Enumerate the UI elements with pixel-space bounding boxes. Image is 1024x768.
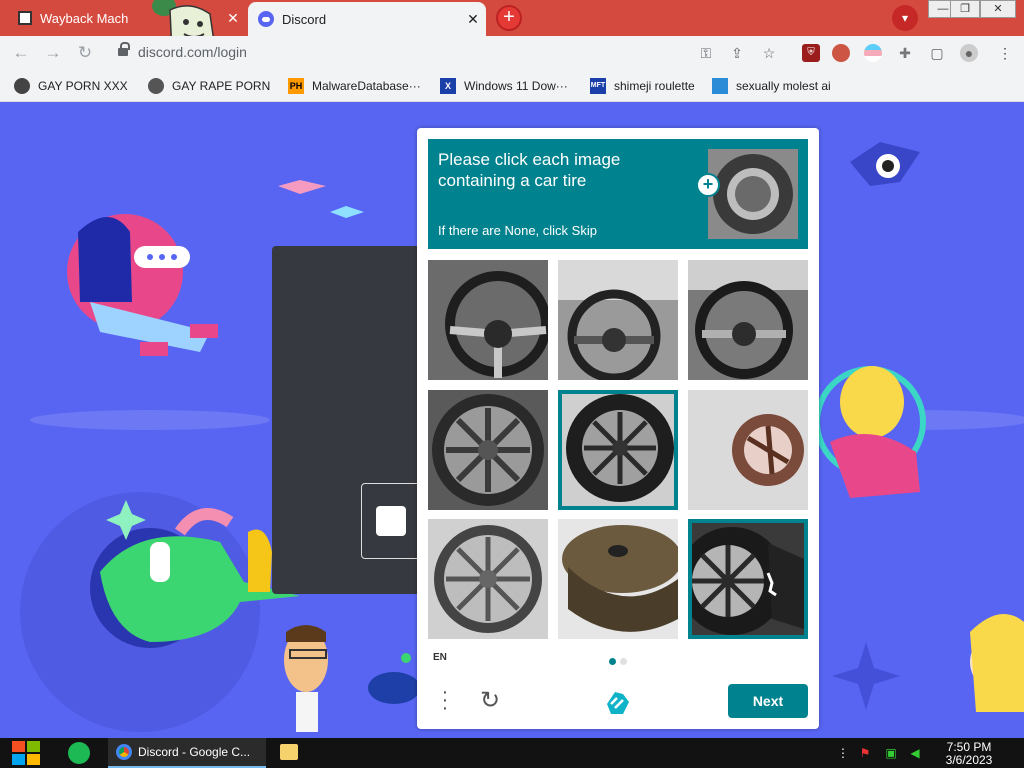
example-tire-image[interactable] [708,149,798,239]
steering-wheel-image [688,260,808,380]
prompt-subtext: If there are None, click Skip [438,223,597,238]
taskbar-chrome-window[interactable]: Discord - Google C... [108,738,266,768]
car-wheel-image [428,390,548,510]
bookmark-label: sexually molest ai [736,79,831,93]
tab-search-button[interactable]: ▾ [892,5,918,31]
challenge-tile-selected[interactable] [688,519,808,639]
network-icon[interactable]: ▣ [884,746,898,760]
address-input[interactable]: discord.com/login [108,40,788,66]
steering-wheel-image [558,260,678,380]
bookmark-label: GAY RAPE PORN [172,79,271,93]
close-window-button[interactable]: ✕ [980,0,1016,18]
side-panel-icon[interactable]: ▢ [928,44,946,62]
taskbar-app-icon[interactable] [68,742,90,764]
spool-image [558,519,678,639]
challenge-tile[interactable] [428,260,548,380]
progress-dot [620,658,627,665]
bookmark-star-icon[interactable]: ☆ [760,44,778,62]
volume-icon[interactable]: ◀ [908,746,922,760]
discord-favicon-icon [258,11,274,27]
flag-extension-icon[interactable] [864,44,882,62]
refresh-challenge-icon[interactable]: ↻ [477,688,503,714]
address-toolbar: ← → ↻ discord.com/login ⚿ ⇪ ☆ ⛨ ✚ ▢ ● ⋮ [0,36,1024,70]
bookmark-label: Windows 11 Dow··· [464,79,568,93]
bookmark-label: shimeji roulette [614,79,695,93]
hcaptcha-challenge: Please click each image containing a car… [417,128,819,729]
gear-icon [14,78,30,94]
challenge-tile[interactable] [688,390,808,510]
flag-icon[interactable]: ⚑ [858,746,872,760]
tab-close-icon[interactable]: ✕ [460,11,486,28]
lock-icon [118,42,130,58]
ublock-extension-icon[interactable]: ⛨ [802,44,820,62]
next-button[interactable]: Next [728,684,808,718]
chrome-icon [116,744,132,760]
bookmark-label: GAY PORN XXX [38,79,128,93]
tray-overflow-icon[interactable]: ⋮ [836,746,850,760]
x-icon: X [440,78,456,94]
maximize-button[interactable]: ❐ [950,0,980,18]
tab-bar: Wayback Mach ✕ Discord ✕ + ▾ — ❐ ✕ [0,0,1024,62]
tab-title: Discord [282,11,327,27]
globe-icon [148,78,164,94]
qr-code-frame [361,483,421,559]
challenge-tile[interactable] [428,390,548,510]
challenge-tile[interactable] [558,260,678,380]
tab-discord[interactable]: Discord ✕ [248,2,486,36]
bookmark-item[interactable]: MFT shimeji roulette [590,77,695,95]
forward-arrow-icon[interactable]: → [42,42,64,64]
steering-wheel-image [428,260,548,380]
car-wheel-image [428,519,548,639]
mft-icon: MFT [590,78,606,94]
hcaptcha-logo-icon [607,692,629,714]
challenge-tile[interactable] [688,260,808,380]
bookmark-item[interactable]: GAY PORN XXX [14,77,128,95]
progress-dot-active [609,658,616,665]
extensions-puzzle-icon[interactable]: ✚ [896,44,914,62]
bookmark-item[interactable]: X Windows 11 Dow··· [440,77,568,95]
prompt-text: Please click each image containing a car… [438,150,621,190]
new-tab-button[interactable]: + [496,5,522,31]
key-icon[interactable]: ⚿ [697,44,715,62]
bookmarks-bar: GAY PORN XXX GAY RAPE PORN PH MalwareDat… [0,70,1024,102]
windows-taskbar: Discord - Google C... ⋮ ⚑ ▣ ◀ 7:50 PM 3/… [0,738,1024,768]
share-icon[interactable]: ⇪ [728,44,746,62]
challenge-tile[interactable] [558,519,678,639]
bookmark-label: MalwareDatabase··· [312,79,421,93]
expand-example-icon[interactable]: + [696,173,720,197]
car-wheel-image [558,390,678,510]
doc-icon [712,78,728,94]
wayback-favicon-icon [18,11,32,25]
car-tire-image [688,519,808,639]
blurred-wheel-image [688,390,808,510]
windows-start-icon[interactable] [10,740,42,766]
bookmark-item[interactable]: PH MalwareDatabase··· [288,77,421,95]
challenge-tile-selected[interactable] [558,390,678,510]
ph-icon: PH [288,78,304,94]
chrome-menu-icon[interactable]: ⋮ [996,44,1014,62]
bookmark-item[interactable]: GAY RAPE PORN [148,77,270,95]
clock-time[interactable]: 7:50 PM [944,740,994,754]
avatar-extension-icon[interactable] [832,44,850,62]
bookmark-item[interactable]: sexually molest ai [712,77,831,95]
language-selector[interactable]: EN [433,652,447,663]
taskbar-app-label: Discord - Google C... [138,745,251,759]
profile-icon[interactable]: ● [960,44,978,62]
challenge-tile[interactable] [428,519,548,639]
file-explorer-icon[interactable] [280,744,298,760]
reload-icon[interactable]: ↻ [74,42,96,64]
clock-date[interactable]: 3/6/2023 [944,753,994,767]
more-options-icon[interactable]: · · · [437,682,453,718]
url-text: discord.com/login [138,44,247,60]
challenge-prompt: Please click each image containing a car… [428,139,808,249]
back-arrow-icon[interactable]: ← [10,42,32,64]
